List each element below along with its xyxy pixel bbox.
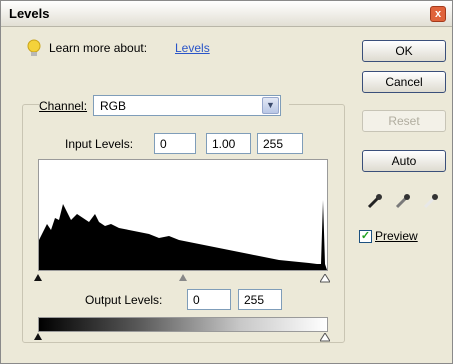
ok-button[interactable]: OK	[362, 40, 446, 62]
reset-button[interactable]: Reset	[362, 110, 446, 132]
preview-checkbox[interactable]: ✓	[359, 230, 372, 243]
output-black-handle[interactable]	[34, 333, 42, 340]
title-bar: Levels x	[1, 1, 452, 27]
channel-select[interactable]: RGB ▼	[93, 95, 281, 116]
output-white-handle[interactable]	[320, 333, 330, 342]
histogram-graph	[39, 200, 327, 270]
input-white-field[interactable]: 255	[257, 133, 303, 154]
dialog-title: Levels	[9, 6, 50, 21]
chevron-down-icon[interactable]: ▼	[262, 97, 279, 114]
close-icon: x	[434, 8, 442, 20]
output-black-field[interactable]: 0	[187, 289, 231, 310]
channel-label: Channel:	[39, 99, 88, 113]
input-black-field[interactable]: 0	[154, 133, 196, 154]
levels-help-link[interactable]: Levels	[175, 41, 210, 55]
auto-button[interactable]: Auto	[362, 150, 446, 172]
input-levels-slider[interactable]	[34, 271, 330, 283]
lightbulb-icon	[27, 39, 41, 56]
output-levels-slider[interactable]	[34, 332, 330, 342]
output-white-field[interactable]: 255	[238, 289, 282, 310]
gray-point-eyedropper-icon[interactable]	[393, 191, 413, 211]
input-black-handle[interactable]	[34, 274, 42, 281]
input-gamma-field[interactable]: 1.00	[206, 133, 251, 154]
preview-label: Preview	[375, 229, 418, 243]
learn-more-text: Learn more about:	[49, 41, 148, 55]
input-white-handle[interactable]	[320, 274, 330, 283]
output-levels-label: Output Levels:	[85, 293, 163, 307]
output-gradient-bar	[38, 317, 328, 332]
levels-dialog: Levels x Learn more about: Levels OK Can…	[0, 0, 453, 364]
black-point-eyedropper-icon[interactable]	[365, 191, 385, 211]
close-button[interactable]: x	[430, 6, 446, 22]
channel-row: Channel: RGB ▼	[39, 95, 289, 117]
input-gamma-handle[interactable]	[179, 274, 187, 281]
histogram	[38, 159, 328, 271]
cancel-button[interactable]: Cancel	[362, 71, 446, 93]
channel-value: RGB	[100, 99, 127, 113]
input-levels-label: Input Levels:	[65, 137, 134, 151]
eyedropper-group	[363, 191, 447, 211]
white-point-eyedropper-icon[interactable]	[421, 191, 441, 211]
